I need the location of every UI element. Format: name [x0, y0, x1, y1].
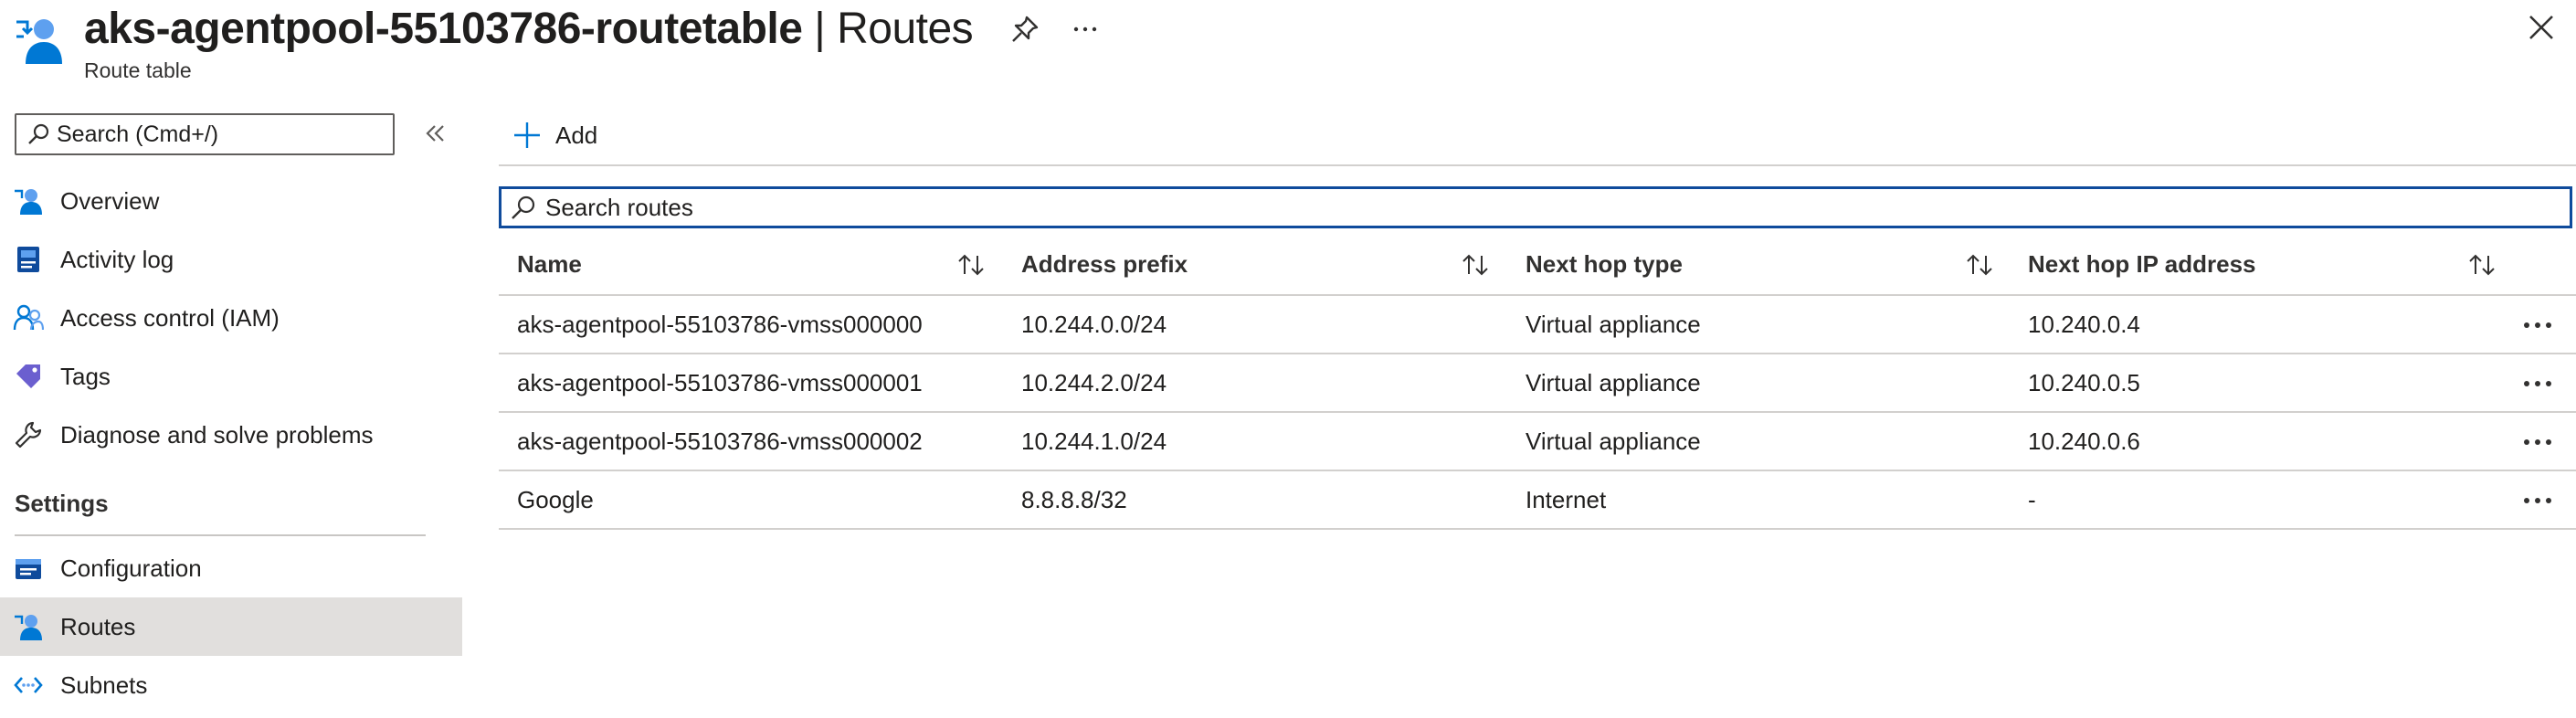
iam-icon: [13, 304, 44, 331]
cell-next-hop-ip: 10.240.0.6: [2028, 427, 2140, 455]
column-header-address-prefix[interactable]: Address prefix: [1021, 234, 1188, 294]
sidebar-item-configuration[interactable]: Configuration: [0, 539, 462, 597]
more-options-icon[interactable]: [1069, 13, 1102, 46]
sidebar-item-overview[interactable]: Overview: [0, 172, 462, 230]
cell-address-prefix: 8.8.8.8/32: [1021, 485, 1127, 513]
sidebar-item-label: Tags: [60, 362, 111, 390]
resource-name: aks-agentpool-55103786-routetable: [84, 5, 803, 53]
cell-address-prefix: 10.244.2.0/24: [1021, 368, 1167, 396]
section-divider: [15, 534, 426, 536]
table-row[interactable]: aks-agentpool-55103786-vmss000000 10.244…: [499, 296, 2576, 354]
cell-next-hop-type: Internet: [1526, 485, 1607, 513]
sidebar-item-label: Configuration: [60, 554, 202, 582]
close-icon[interactable]: [2525, 11, 2558, 44]
column-header-name[interactable]: Name: [517, 234, 582, 294]
cell-name: Google: [517, 485, 594, 513]
sidebar-item-activity-log[interactable]: Activity log: [0, 230, 462, 289]
cell-next-hop-type: Virtual appliance: [1526, 368, 1701, 396]
cell-name: aks-agentpool-55103786-vmss000000: [517, 310, 923, 338]
activity-log-icon: [17, 247, 39, 272]
add-button[interactable]: Add: [512, 115, 597, 155]
cell-next-hop-type: Virtual appliance: [1526, 427, 1701, 455]
sidebar-item-label: Overview: [60, 186, 160, 215]
sidebar-item-label: Subnets: [60, 670, 148, 699]
search-icon: [28, 123, 49, 144]
column-header-next-hop-ip[interactable]: Next hop IP address: [2028, 234, 2256, 294]
wrench-icon: [15, 421, 42, 449]
title-separator: |: [802, 5, 838, 53]
grid-header-row: Name Address prefix Next hop type Next h…: [499, 234, 2576, 296]
more-options-icon[interactable]: [2519, 426, 2556, 459]
page-title: aks-agentpool-55103786-routetable | Rout…: [84, 0, 974, 58]
cell-name: aks-agentpool-55103786-vmss000002: [517, 427, 923, 455]
sidebar-search-box[interactable]: [15, 113, 395, 155]
sort-icon[interactable]: [1460, 250, 1491, 280]
more-options-icon[interactable]: [2519, 309, 2556, 342]
table-row[interactable]: Google 8.8.8.8/32 Internet -: [499, 471, 2576, 530]
cell-address-prefix: 10.244.0.0/24: [1021, 310, 1167, 338]
pin-icon[interactable]: [1008, 13, 1041, 46]
sidebar-item-routes[interactable]: Routes: [0, 597, 462, 656]
sidebar-item-label: Activity log: [60, 245, 174, 273]
routes-grid: Name Address prefix Next hop type Next h…: [499, 234, 2576, 530]
sidebar-item-subnets[interactable]: Subnets: [0, 656, 462, 714]
sidebar-item-label: Diagnose and solve problems: [60, 420, 374, 449]
cell-next-hop-ip: 10.240.0.4: [2028, 310, 2140, 338]
sort-icon[interactable]: [2466, 250, 2497, 280]
collapse-sidebar-icon[interactable]: [420, 119, 449, 148]
tag-icon: [16, 364, 40, 388]
cell-next-hop-type: Virtual appliance: [1526, 310, 1701, 338]
subnets-icon: [14, 677, 43, 693]
toolbar-divider: [499, 164, 2576, 166]
more-options-icon[interactable]: [2519, 367, 2556, 400]
cell-next-hop-ip: 10.240.0.5: [2028, 368, 2140, 396]
blade-name: Routes: [837, 5, 974, 53]
add-button-label: Add: [555, 121, 598, 149]
routes-search-input[interactable]: [544, 192, 2374, 223]
settings-section-heading: Settings: [15, 490, 109, 517]
page-subtitle: Route table: [84, 58, 192, 82]
more-options-icon[interactable]: [2519, 484, 2556, 517]
sidebar-item-tags[interactable]: Tags: [0, 347, 462, 406]
sort-icon[interactable]: [1964, 250, 1995, 280]
search-icon: [512, 195, 535, 219]
sidebar-search-input[interactable]: [55, 120, 387, 149]
sort-icon[interactable]: [955, 250, 987, 280]
cell-next-hop-ip: -: [2028, 485, 2036, 513]
table-row[interactable]: aks-agentpool-55103786-vmss000001 10.244…: [499, 354, 2576, 413]
routes-icon: [15, 615, 42, 640]
overview-icon: [15, 189, 42, 215]
sidebar-item-diagnose[interactable]: Diagnose and solve problems: [0, 406, 462, 464]
sidebar-item-label: Access control (IAM): [60, 303, 280, 332]
cell-address-prefix: 10.244.1.0/24: [1021, 427, 1167, 455]
routes-search-box[interactable]: [499, 186, 2572, 228]
cell-name: aks-agentpool-55103786-vmss000001: [517, 368, 923, 396]
table-row[interactable]: aks-agentpool-55103786-vmss000002 10.244…: [499, 413, 2576, 471]
configuration-icon: [16, 559, 41, 579]
plus-icon: [514, 122, 540, 148]
route-table-icon: [16, 19, 62, 64]
sidebar-item-iam[interactable]: Access control (IAM): [0, 289, 462, 347]
sidebar-item-label: Routes: [60, 612, 136, 640]
column-header-next-hop-type[interactable]: Next hop type: [1526, 234, 1683, 294]
